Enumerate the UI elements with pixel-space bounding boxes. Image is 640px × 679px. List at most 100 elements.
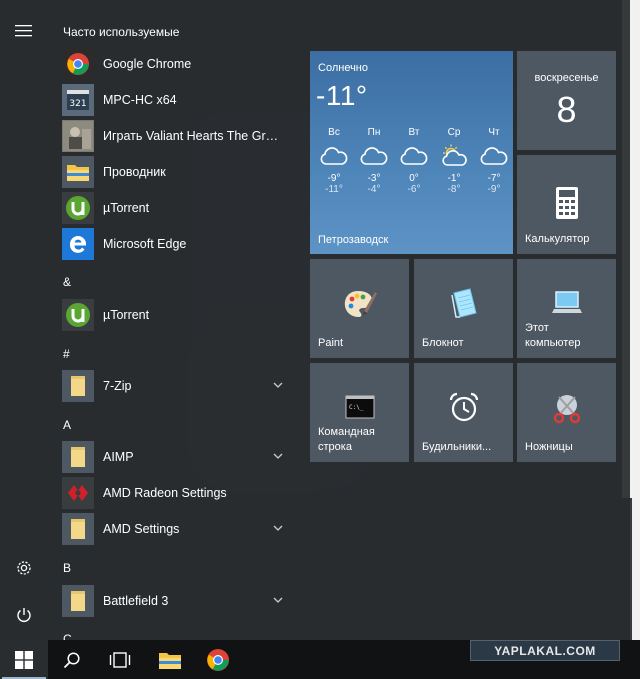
chevron-down-icon[interactable] [272, 450, 284, 462]
alarms-tile[interactable]: Будильники... [414, 363, 513, 462]
file-explorer-icon [159, 652, 181, 669]
cloud-icon [314, 141, 354, 171]
app-item-amd-settings[interactable]: AMD Settings [62, 512, 292, 546]
forecast-low: -11° [325, 184, 343, 195]
tile-label-line1: Командная [318, 426, 375, 438]
utorrent-icon [62, 299, 94, 331]
weather-condition: Солнечно [318, 62, 368, 74]
app-label: µTorrent [103, 201, 150, 215]
background-window-edge-lower [632, 498, 640, 640]
calendar-weekday: воскресенье [534, 72, 599, 84]
notepad-tile[interactable]: Блокнот [414, 259, 513, 358]
windows-logo-icon [15, 650, 33, 669]
app-item-valiant-hearts[interactable]: Играть Valiant Hearts The Great... [62, 119, 292, 153]
calculator-icon [517, 186, 616, 220]
tile-label: Ножницы [525, 441, 573, 453]
app-label: AIMP [103, 450, 134, 464]
svg-text:321: 321 [69, 99, 86, 109]
search-button[interactable] [48, 640, 96, 679]
task-view-icon [109, 651, 131, 668]
hamburger-menu-icon[interactable] [12, 19, 36, 43]
forecast-low: -4° [367, 184, 381, 195]
mpc-hc-icon: 321 [62, 84, 94, 116]
app-item-utorrent[interactable]: µTorrent [62, 191, 292, 225]
command-prompt-tile[interactable]: C:\_ Командная строка [310, 363, 409, 462]
tile-label: Командная строка [318, 425, 375, 455]
svg-text:C:\_: C:\_ [349, 404, 364, 411]
weather-temperature: -11° [316, 80, 368, 111]
forecast-low: -6° [407, 184, 421, 195]
group-letter-hash[interactable]: # [63, 347, 70, 361]
app-item-utorrent-2[interactable]: µTorrent [62, 298, 292, 332]
task-view-button[interactable] [96, 640, 144, 679]
scissors-icon [517, 391, 616, 425]
forecast-day-name: Вс [328, 127, 340, 138]
chevron-down-icon[interactable] [272, 379, 284, 391]
forecast-low: -8° [447, 184, 461, 195]
app-list: Часто используемые Google Chrome 321 MPC… [48, 0, 298, 640]
power-icon[interactable] [12, 603, 36, 627]
taskbar-file-explorer[interactable] [146, 640, 194, 679]
snipping-tool-tile[interactable]: Ножницы [517, 363, 616, 462]
tile-label-line2: компьютер [525, 337, 581, 349]
taskbar-google-chrome[interactable] [194, 640, 242, 679]
cloud-icon [474, 141, 513, 171]
settings-gear-icon[interactable] [12, 556, 36, 580]
forecast-day-name: Пн [367, 127, 381, 138]
weather-tile[interactable]: Солнечно -11° Вс -9° -11° Пн -3° -4° Вт [310, 51, 513, 254]
app-item-microsoft-edge[interactable]: Microsoft Edge [62, 227, 292, 261]
app-label: AMD Radeon Settings [103, 486, 227, 500]
folder-icon [62, 441, 94, 473]
calendar-date: 8 [556, 89, 577, 130]
forecast-day: Пн -3° -4° [354, 127, 394, 195]
start-button[interactable] [0, 640, 48, 679]
calculator-tile[interactable]: Калькулятор [517, 155, 616, 254]
app-label: µTorrent [103, 308, 150, 322]
forecast-day: Вс -9° -11° [314, 127, 354, 195]
app-item-7zip[interactable]: 7-Zip [62, 369, 292, 403]
tile-label-line2: строка [318, 441, 352, 453]
forecast-low: -9° [487, 184, 501, 195]
calendar-tile[interactable]: воскресенье 8 [517, 51, 616, 150]
this-pc-tile[interactable]: Этот компьютер [517, 259, 616, 358]
forecast-high: -3° [367, 173, 381, 184]
paint-tile[interactable]: Paint [310, 259, 409, 358]
chevron-down-icon[interactable] [272, 522, 284, 534]
chrome-icon [207, 648, 229, 671]
cloud-icon [354, 141, 394, 171]
forecast-high: -1° [447, 173, 461, 184]
chevron-down-icon[interactable] [272, 594, 284, 606]
group-letter-ampersand[interactable]: & [63, 275, 71, 289]
app-item-battlefield-3[interactable]: Battlefield 3 [62, 584, 292, 618]
start-rail [0, 0, 48, 640]
app-label: Battlefield 3 [103, 594, 169, 608]
app-label: MPC-HC x64 [103, 93, 177, 107]
most-used-heading: Часто используемые [63, 25, 180, 39]
group-letter-c[interactable]: C [63, 632, 72, 640]
file-explorer-icon [62, 156, 94, 188]
forecast-day: Вт 0° -6° [394, 127, 434, 195]
partly-sunny-icon [434, 141, 474, 171]
cloud-icon [394, 141, 434, 171]
forecast-high: -9° [327, 173, 341, 184]
app-label: Microsoft Edge [103, 237, 187, 251]
app-item-google-chrome[interactable]: Google Chrome [62, 47, 292, 81]
forecast-high: 0° [409, 173, 419, 184]
chrome-icon [62, 48, 94, 80]
app-item-mpc-hc[interactable]: 321 MPC-HC x64 [62, 83, 292, 117]
app-item-file-explorer[interactable]: Проводник [62, 155, 292, 189]
utorrent-icon [62, 192, 94, 224]
forecast-day-name: Ср [447, 127, 461, 138]
tile-label: Будильники... [422, 441, 492, 453]
forecast-day: Чт -7° -9° [474, 127, 513, 195]
group-letter-a[interactable]: A [63, 418, 71, 432]
app-label: Google Chrome [103, 57, 192, 71]
app-item-amd-radeon-settings[interactable]: AMD Radeon Settings [62, 476, 292, 510]
tile-label: Калькулятор [525, 233, 590, 245]
forecast-day-name: Чт [488, 127, 500, 138]
weather-forecast: Вс -9° -11° Пн -3° -4° Вт 0° -6° Ср -1° … [314, 127, 513, 195]
forecast-day-name: Вт [408, 127, 420, 138]
forecast-day: Ср -1° -8° [434, 127, 474, 195]
group-letter-b[interactable]: B [63, 561, 71, 575]
app-item-aimp[interactable]: AIMP [62, 440, 292, 474]
